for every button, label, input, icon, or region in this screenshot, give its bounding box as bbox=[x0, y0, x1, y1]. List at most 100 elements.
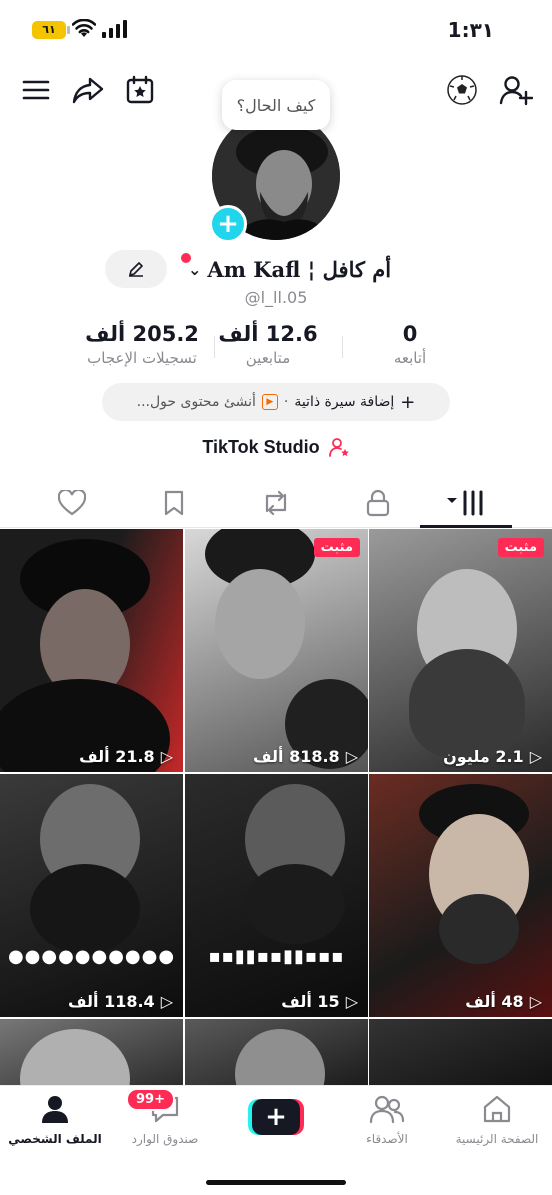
separator-dot: · bbox=[283, 394, 289, 410]
nav-profile-label: الملف الشخصي bbox=[8, 1132, 102, 1146]
calendar-star-icon[interactable] bbox=[122, 72, 158, 108]
following-stat[interactable]: 0 أتابعه bbox=[370, 322, 450, 367]
clock: 1:٣١ bbox=[447, 18, 494, 42]
video-thumbnail bbox=[20, 1029, 130, 1089]
video-tile[interactable] bbox=[185, 1019, 368, 1089]
bottom-nav: الصفحة الرئيسية الأصدقاء + صندوق الوارد … bbox=[0, 1085, 552, 1195]
view-count: ▷ 818.8 ألف bbox=[253, 747, 358, 766]
account-switcher[interactable]: ⌄ أم كافل ¦ Am Kafl bbox=[180, 254, 391, 284]
status-bar: ٦١ 1:٣١ bbox=[0, 0, 552, 60]
view-count-text: 118.4 ألف bbox=[67, 992, 155, 1011]
video-tile[interactable] bbox=[0, 1019, 183, 1089]
followers-label: متابعين bbox=[245, 349, 291, 367]
create-content-link[interactable]: أنشئ محتوى حول... bbox=[137, 394, 256, 410]
pinned-badge: مثبت bbox=[497, 538, 544, 557]
battery-level: ٦١ bbox=[42, 23, 56, 36]
add-friend-icon[interactable] bbox=[498, 72, 534, 108]
nav-friends-label: الأصدقاء bbox=[366, 1132, 408, 1146]
person-star-icon bbox=[328, 438, 349, 457]
home-icon bbox=[483, 1095, 511, 1123]
followers-count: 12.6 ألف bbox=[218, 322, 318, 346]
share-icon[interactable] bbox=[70, 72, 106, 108]
note-bubble[interactable]: كيف الحال؟ bbox=[222, 80, 330, 130]
pinned-badge: مثبت bbox=[313, 538, 360, 557]
plus-icon: + bbox=[400, 391, 416, 413]
view-count-text: 818.8 ألف bbox=[252, 747, 340, 766]
video-thumbnail bbox=[439, 894, 519, 964]
username-text: @l_ll.05 bbox=[244, 288, 308, 307]
view-count-text: 15 ألف bbox=[281, 992, 340, 1011]
video-tile[interactable] bbox=[369, 1019, 552, 1089]
signal-icon bbox=[102, 20, 127, 38]
play-icon: ▷ bbox=[529, 992, 542, 1011]
view-count-text: 48 ألف bbox=[465, 992, 524, 1011]
play-box-icon: ▶ bbox=[261, 394, 278, 410]
likes-count: 205.2 ألف bbox=[85, 322, 199, 346]
tiktok-studio-label: TikTok Studio bbox=[202, 436, 320, 457]
heart-icon bbox=[58, 490, 86, 516]
add-story-button[interactable]: + bbox=[209, 205, 247, 243]
video-thumbnail bbox=[409, 649, 525, 759]
play-icon: ▷ bbox=[529, 747, 542, 766]
nav-home[interactable]: الصفحة الرئيسية bbox=[442, 1094, 552, 1146]
play-icon: ▷ bbox=[345, 747, 358, 766]
lock-icon bbox=[366, 489, 390, 517]
tiktok-studio-link[interactable]: TikTok Studio bbox=[0, 436, 552, 458]
create-button[interactable]: + bbox=[248, 1099, 304, 1135]
video-tile[interactable]: ●●●●●●●●●● ▷ 118.4 ألف bbox=[0, 774, 183, 1017]
view-count: ▷ 48 ألف bbox=[465, 992, 542, 1011]
friends-icon bbox=[369, 1095, 405, 1124]
following-count: 0 bbox=[402, 322, 418, 346]
view-count-text: 21.8 ألف bbox=[79, 747, 155, 766]
chevron-down-icon: ⌄ bbox=[188, 259, 202, 279]
view-count-text: 2.1 مليون bbox=[443, 747, 524, 766]
view-count: ▷ 15 ألف bbox=[281, 992, 358, 1011]
tab-favorites[interactable] bbox=[144, 478, 204, 528]
menu-icon[interactable] bbox=[18, 72, 54, 108]
active-tab-indicator bbox=[420, 525, 512, 528]
video-thumbnail bbox=[235, 1029, 325, 1089]
play-icon: ▷ bbox=[160, 992, 173, 1011]
tab-liked[interactable] bbox=[42, 478, 102, 528]
wifi-icon bbox=[72, 19, 96, 37]
home-indicator bbox=[206, 1180, 346, 1185]
video-tile[interactable]: ▪▪▮▮▪▪▮▮▪▪▪ ▷ 15 ألف bbox=[185, 774, 368, 1017]
nav-home-label: الصفحة الرئيسية bbox=[455, 1132, 539, 1146]
play-icon: ▷ bbox=[345, 992, 358, 1011]
battery-icon: ٦١ bbox=[32, 21, 70, 39]
stat-divider bbox=[214, 336, 215, 358]
soccer-ball-icon[interactable] bbox=[444, 72, 480, 108]
nav-profile[interactable]: الملف الشخصي bbox=[0, 1094, 110, 1146]
tab-private[interactable] bbox=[348, 478, 408, 528]
video-thumbnail bbox=[245, 864, 345, 944]
inbox-badge: 99+ bbox=[126, 1088, 175, 1111]
nav-inbox-label: صندوق الوارد bbox=[131, 1132, 199, 1146]
tab-reposts[interactable] bbox=[246, 478, 306, 528]
view-count: ▷ 118.4 ألف bbox=[68, 992, 173, 1011]
audio-waveform: ▪▪▮▮▪▪▮▮▪▪▪ bbox=[208, 946, 345, 967]
view-count: ▷ 21.8 ألف bbox=[79, 747, 173, 766]
play-icon: ▷ bbox=[160, 747, 173, 766]
audio-waveform: ●●●●●●●●●● bbox=[7, 946, 176, 967]
view-count: ▷ 2.1 مليون bbox=[443, 747, 542, 766]
add-bio-link[interactable]: إضافة سيرة ذاتية bbox=[294, 394, 394, 410]
username: @l_ll.05 bbox=[0, 288, 552, 307]
video-tile[interactable]: ▷ 48 ألف bbox=[369, 774, 552, 1017]
followers-stat[interactable]: 12.6 ألف متابعين bbox=[218, 322, 318, 367]
following-label: أتابعه bbox=[393, 349, 427, 367]
video-thumbnail bbox=[30, 864, 140, 954]
video-tile[interactable]: مثبت ▷ 2.1 مليون bbox=[369, 529, 552, 772]
display-name: أم كافل ¦ Am Kafl bbox=[207, 256, 392, 282]
nav-friends[interactable]: الأصدقاء bbox=[332, 1094, 442, 1146]
likes-label: تسجيلات الإعجاب bbox=[87, 349, 197, 367]
bio-bar[interactable]: + إضافة سيرة ذاتية · ▶ أنشئ محتوى حول... bbox=[102, 383, 450, 421]
tab-videos[interactable] bbox=[436, 478, 496, 528]
video-tile[interactable]: ▷ 21.8 ألف bbox=[0, 529, 183, 772]
edit-profile-button[interactable] bbox=[105, 250, 167, 288]
repost-icon bbox=[265, 490, 287, 516]
grid-videos-icon bbox=[447, 490, 483, 516]
video-tile[interactable]: مثبت ▷ 818.8 ألف bbox=[185, 529, 368, 772]
likes-stat[interactable]: 205.2 ألف تسجيلات الإعجاب bbox=[72, 322, 212, 367]
plus-icon: + bbox=[252, 1099, 300, 1135]
content-tabs bbox=[0, 478, 552, 528]
